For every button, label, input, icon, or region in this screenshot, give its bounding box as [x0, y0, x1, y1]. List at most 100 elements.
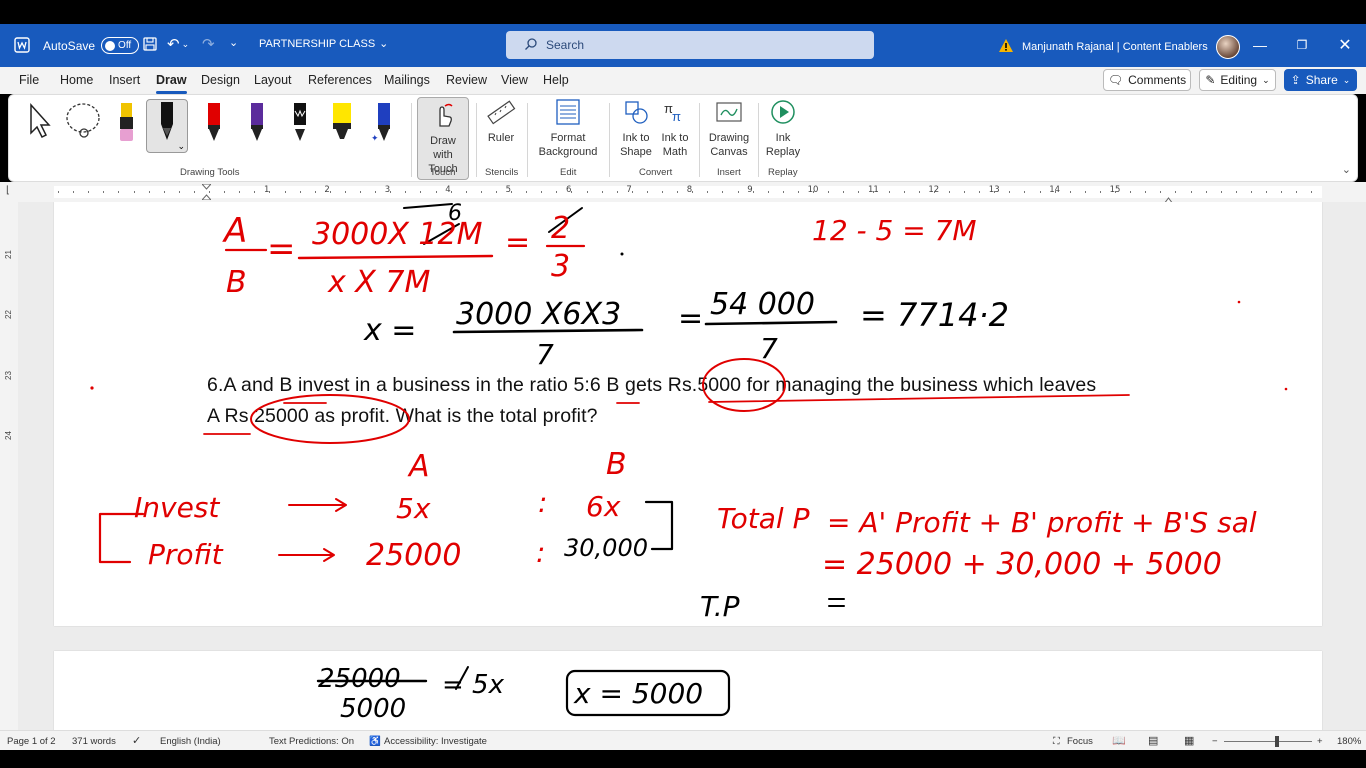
ruler-tick: [1205, 191, 1207, 193]
drawing-canvas-button[interactable]: Drawing Canvas: [706, 97, 752, 159]
ruler-tick: [329, 191, 331, 193]
ink-invest-a: 5x: [396, 492, 431, 525]
editing-mode-button[interactable]: ✎ Editing ⌄: [1199, 69, 1276, 91]
zoom-slider[interactable]: [1224, 741, 1312, 742]
undo-icon[interactable]: ↶ ⌄: [167, 35, 189, 53]
ruler-number: 11: [868, 185, 879, 195]
ink-rhs-top: 2: [551, 211, 570, 246]
group-separator: [476, 103, 477, 177]
user-account[interactable]: Manjunath Rajanal | Content Enablers: [998, 35, 1240, 59]
pen-red-icon[interactable]: [197, 101, 231, 149]
tab-stop-selector-icon[interactable]: ⌊: [6, 185, 10, 196]
select-objects-icon[interactable]: [23, 103, 57, 151]
ruler-number: 15: [1109, 185, 1121, 195]
minimize-icon[interactable]: —: [1250, 35, 1270, 55]
right-indent-marker-icon[interactable]: [1163, 191, 1174, 205]
ink-x-denominator: 7: [536, 338, 554, 371]
horizontal-ruler[interactable]: ⌊ 1 2 3 4 5 6 7 8 9 10 11 12 13 14 15: [0, 182, 1366, 205]
tab-view[interactable]: View: [501, 73, 528, 87]
vruler-number: 21: [3, 250, 13, 259]
autosave-toggle[interactable]: Off: [101, 37, 140, 54]
ruler-icon: [486, 97, 516, 127]
highlighter-yellow-icon[interactable]: [325, 101, 359, 149]
ruler-button[interactable]: Ruler: [483, 97, 519, 145]
group-separator: [609, 103, 610, 177]
tab-home[interactable]: Home: [60, 73, 93, 87]
document-page-2[interactable]: 25000 5000 = 5x x = 5000: [54, 651, 1322, 730]
autosave-control[interactable]: AutoSave Off: [43, 37, 140, 54]
close-icon[interactable]: ✕: [1335, 35, 1355, 55]
zoom-level[interactable]: 180%: [1337, 736, 1361, 747]
tab-insert[interactable]: Insert: [109, 73, 140, 87]
pen-black-selected[interactable]: ⌄: [146, 99, 188, 153]
lasso-select-icon[interactable]: [63, 101, 103, 149]
ruler-tick: [752, 191, 754, 193]
ruler-tick: [344, 191, 346, 193]
tab-references[interactable]: References: [308, 73, 372, 87]
zoom-out-icon[interactable]: −: [1212, 736, 1218, 747]
ink-replay-button[interactable]: Ink Replay: [763, 97, 803, 159]
page-count[interactable]: Page 1 of 2: [7, 736, 56, 747]
document-page-1[interactable]: 6.A and B invest in a business in the ra…: [54, 202, 1322, 626]
tab-review[interactable]: Review: [446, 73, 487, 87]
ruler-tick: [480, 191, 482, 193]
svg-text:=: =: [267, 229, 296, 269]
text-predictions[interactable]: Text Predictions: On: [269, 736, 354, 747]
ruler-tick: [631, 191, 633, 193]
pen-galaxy-blue-icon[interactable]: ✦: [366, 101, 400, 149]
customize-toolbar-icon[interactable]: ⌄: [229, 36, 238, 49]
title-bar: AutoSave Off ↶ ⌄ ↷ ⌄ PARTNERSHIP CLASS ⌄ …: [0, 24, 1366, 67]
restore-icon[interactable]: ❐: [1292, 35, 1312, 55]
indent-marker-icon[interactable]: [200, 183, 213, 201]
collapse-ribbon-icon[interactable]: ⌄: [1342, 163, 1351, 176]
ink-to-shape-button[interactable]: Ink to Shape: [619, 97, 653, 159]
comments-button[interactable]: 🗨 Comments: [1103, 69, 1191, 91]
ink-to-math-button[interactable]: ππ Ink to Math: [658, 97, 692, 159]
tab-help[interactable]: Help: [543, 73, 569, 87]
eraser-icon[interactable]: [109, 101, 143, 149]
ruler-tick: [1084, 191, 1086, 193]
print-layout-icon[interactable]: ▤: [1148, 734, 1158, 747]
document-title[interactable]: PARTNERSHIP CLASS ⌄: [259, 37, 388, 51]
chevron-down-icon: ⌄: [1262, 74, 1270, 85]
document-canvas[interactable]: 21 22 23 24 6.A and B invest in a busine…: [0, 202, 1366, 730]
accessibility-status[interactable]: Accessibility: Investigate: [384, 736, 487, 747]
tab-draw[interactable]: Draw: [156, 73, 187, 94]
format-background-button[interactable]: Format Background: [533, 97, 603, 159]
vertical-ruler[interactable]: 21 22 23 24: [0, 202, 18, 730]
ruler-number: 1: [264, 185, 270, 195]
ruler-label: Ruler: [487, 132, 515, 144]
ruler-tick: [254, 191, 256, 193]
share-button[interactable]: ⇪ Share ⌄: [1284, 69, 1357, 91]
tab-file[interactable]: File: [19, 73, 39, 87]
zoom-slider-thumb[interactable]: [1275, 736, 1279, 747]
search-box[interactable]: Search: [506, 31, 874, 59]
ruler-tick: [813, 191, 814, 193]
read-mode-icon[interactable]: 📖: [1112, 734, 1126, 747]
redo-icon[interactable]: ↷: [202, 35, 215, 53]
avatar[interactable]: [1215, 35, 1240, 59]
ink-col-a: A: [407, 449, 430, 484]
focus-button[interactable]: Focus: [1067, 736, 1093, 747]
save-icon[interactable]: [142, 36, 158, 52]
ink-rhs-bottom: 3: [551, 249, 570, 284]
ruler-tick: [616, 191, 618, 193]
ruler-tick: [556, 191, 558, 193]
ruler-number: 4: [445, 185, 451, 195]
ink-fraction-line-4: [704, 320, 838, 326]
ink-total-formula: = A' Profit + B' profit + B'S sal: [827, 506, 1257, 539]
web-layout-icon[interactable]: ▦: [1184, 734, 1194, 747]
tab-design[interactable]: Design: [201, 73, 240, 87]
proofing-icon[interactable]: ✓: [132, 734, 141, 747]
word-count[interactable]: 371 words: [72, 736, 116, 747]
zoom-in-icon[interactable]: +: [1317, 736, 1323, 747]
pen-purple-icon[interactable]: [240, 101, 274, 149]
ruler-tick: [1009, 191, 1011, 193]
tab-mailings[interactable]: Mailings: [384, 73, 430, 87]
pen-black-pattern-icon[interactable]: [283, 101, 317, 149]
ruler-tick: [193, 191, 195, 193]
ruler-tick: [375, 191, 377, 193]
group-label-drawing-tools: Drawing Tools: [180, 167, 240, 178]
language[interactable]: English (India): [160, 736, 221, 747]
tab-layout[interactable]: Layout: [254, 73, 292, 87]
